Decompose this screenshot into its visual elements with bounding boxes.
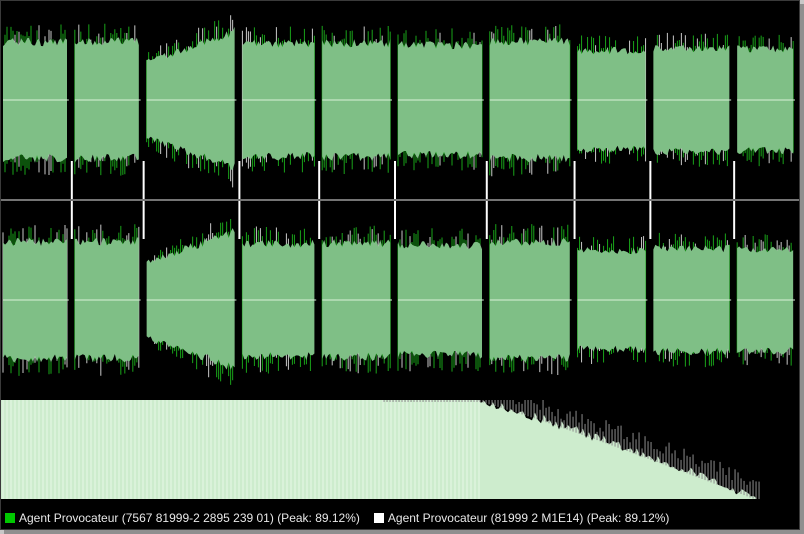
white-square-icon xyxy=(373,512,384,523)
legend-label-1: Agent Provocateur (7567 81999-2 2895 239… xyxy=(19,510,360,525)
legend-item-source-1: Agent Provocateur (7567 81999-2 2895 239… xyxy=(5,511,360,525)
green-square-icon xyxy=(5,512,15,523)
waveform-visualization xyxy=(1,1,799,506)
legend-label-2: Agent Provocateur (81999 2 M1E14) (Peak:… xyxy=(387,510,670,525)
legend-bar: Agent Provocateur (7567 81999-2 2895 239… xyxy=(1,506,799,529)
waveform-comparison-window: Agent Provocateur (7567 81999-2 2895 239… xyxy=(0,0,804,534)
drop-shadow-right xyxy=(800,4,804,534)
legend-item-source-2: Agent Provocateur (81999 2 M1E14) (Peak:… xyxy=(373,510,670,525)
drop-shadow-bottom xyxy=(4,530,804,534)
